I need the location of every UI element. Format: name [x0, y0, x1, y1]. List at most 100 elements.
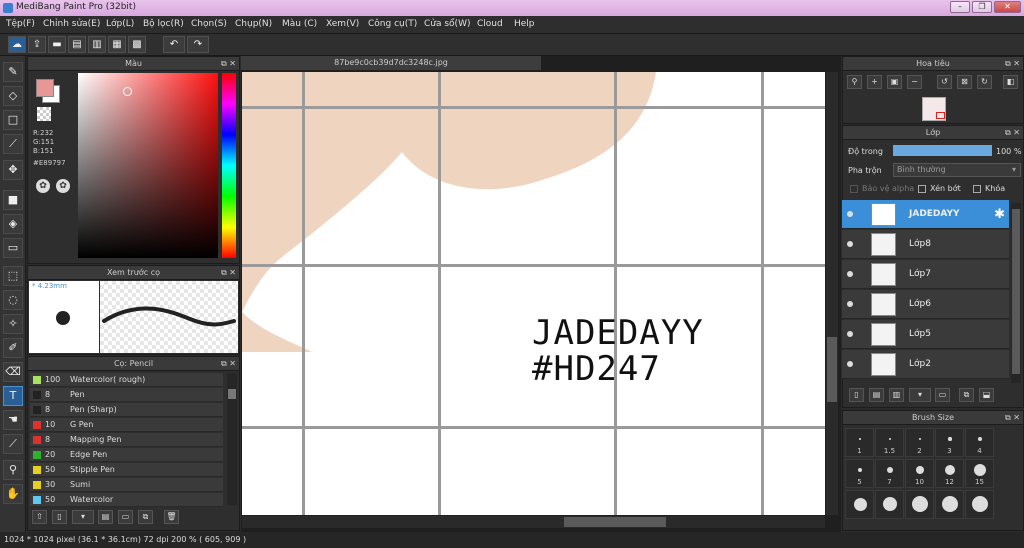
select-pen-icon[interactable]: ✐	[3, 338, 23, 358]
text-tool-icon[interactable]: T	[3, 386, 23, 406]
brush-item[interactable]: 8 Pen	[30, 388, 223, 402]
hue-slider[interactable]	[222, 73, 236, 258]
brush-size-option[interactable]: 3	[935, 428, 964, 457]
menu-edit[interactable]: Chỉnh sửa(E)	[43, 19, 100, 29]
zoom-out-icon[interactable]: −	[907, 75, 922, 89]
brush-tool-icon[interactable]: ✎	[3, 62, 23, 82]
share-icon[interactable]: ⇪	[28, 36, 46, 53]
fill-rect-tool-icon[interactable]: ■	[3, 190, 23, 210]
bucket-tool-icon[interactable]: ◈	[3, 214, 23, 234]
rotate-right-icon[interactable]: ↻	[977, 75, 992, 89]
panel-close-icon[interactable]: ⧉ ✕	[221, 357, 236, 370]
add-brush-icon[interactable]: ⇧	[32, 510, 47, 524]
brush-item[interactable]: 30 Sumi	[30, 478, 223, 492]
delete-brush-icon[interactable]: 🗑	[164, 510, 179, 524]
new-8bit-layer-icon[interactable]: ▥	[889, 388, 904, 402]
lasso-icon[interactable]: ◌	[3, 290, 23, 310]
zoom-in-icon[interactable]: +	[867, 75, 882, 89]
minimize-button[interactable]: –	[950, 1, 970, 13]
line-tool-icon[interactable]: ⟋	[3, 134, 23, 154]
protect-alpha-checkbox[interactable]	[850, 185, 858, 193]
zoom-actual-icon[interactable]: ▣	[887, 75, 902, 89]
panel-close-icon[interactable]: ⧉ ✕	[221, 57, 236, 70]
brush-item[interactable]: 100 Watercolor( rough)	[30, 373, 223, 387]
brush-folder-icon[interactable]: ▭	[118, 510, 133, 524]
canvas-text[interactable]: JADEDAYY #HD247	[532, 315, 704, 387]
document-icon[interactable]: ▥	[88, 36, 106, 53]
new-brush-icon[interactable]: ▯	[52, 510, 67, 524]
brush-size-option[interactable]	[935, 490, 964, 519]
visibility-eye-icon[interactable]	[847, 361, 853, 367]
merge-layer-icon[interactable]: ⬓	[979, 388, 994, 402]
rotate-left-icon[interactable]: ↺	[937, 75, 952, 89]
canvas-horizontal-scrollbar[interactable]	[242, 516, 825, 528]
picker-cursor[interactable]	[123, 87, 132, 96]
color-settings-icon[interactable]: ✿	[56, 179, 70, 193]
brush-size-option[interactable]: 4	[965, 428, 994, 457]
drawing-canvas[interactable]: JADEDAYY #HD247	[242, 72, 825, 515]
brush-size-option[interactable]: 10	[905, 459, 934, 488]
opacity-slider[interactable]	[893, 145, 992, 156]
menu-layer[interactable]: Lớp(L)	[106, 19, 134, 29]
palette-icon[interactable]: ✿	[36, 179, 50, 193]
visibility-eye-icon[interactable]	[847, 331, 853, 337]
brush-size-option[interactable]: 15	[965, 459, 994, 488]
saturation-value-picker[interactable]	[78, 73, 218, 258]
foreground-color-swatch[interactable]	[36, 79, 54, 97]
visibility-eye-icon[interactable]	[847, 241, 853, 247]
comment-icon[interactable]: ▬	[48, 36, 66, 53]
flip-icon[interactable]: ◧	[1003, 75, 1018, 89]
menu-select[interactable]: Chọn(S)	[191, 19, 227, 29]
menu-help[interactable]: Help	[514, 19, 535, 29]
brush-item[interactable]: 8 Mapping Pen	[30, 433, 223, 447]
brush-size-option[interactable]: 5	[845, 459, 874, 488]
lock-checkbox[interactable]	[973, 185, 981, 193]
visibility-eye-icon[interactable]	[847, 271, 853, 277]
new-halftone-layer-icon[interactable]: ▤	[869, 388, 884, 402]
menu-view[interactable]: Xem(V)	[326, 19, 359, 29]
document-tab[interactable]: 87be9c0cb39d7dc3248c.jpg	[241, 56, 541, 70]
blend-mode-select[interactable]: Bình thường ▾	[893, 163, 1021, 177]
layer-scrollbar[interactable]	[1011, 203, 1021, 383]
magic-wand-icon[interactable]: ✧	[3, 314, 23, 334]
brush-size-option[interactable]	[845, 490, 874, 519]
visibility-eye-icon[interactable]	[847, 211, 853, 217]
layer-folder-icon[interactable]: ▭	[935, 388, 950, 402]
menu-capture[interactable]: Chụp(N)	[235, 19, 272, 29]
close-button[interactable]: ✕	[994, 1, 1021, 13]
brush-doc-icon[interactable]: ▤	[98, 510, 113, 524]
brush-copy-icon[interactable]: ⧉	[138, 510, 153, 524]
gear-icon[interactable]: ✱	[994, 207, 1005, 222]
brush-size-option[interactable]: 7	[875, 459, 904, 488]
layer-item[interactable]: Lớp6	[842, 290, 1009, 319]
menu-window[interactable]: Cửa sổ(W)	[424, 19, 470, 29]
rectangle-tool-icon[interactable]: □	[3, 110, 23, 130]
rotate-reset-icon[interactable]: ⊠	[957, 75, 972, 89]
new-layer-icon[interactable]: ▯	[849, 388, 864, 402]
brush-size-option[interactable]	[875, 490, 904, 519]
brush-item[interactable]: 20 Edge Pen	[30, 448, 223, 462]
layer-item[interactable]: Lớp8	[842, 230, 1009, 259]
grid-icon[interactable]: ▩	[128, 36, 146, 53]
layer-add-menu-icon[interactable]: ▾	[909, 388, 931, 402]
brush-options-icon[interactable]: ▾	[72, 510, 94, 524]
eraser-tool-icon[interactable]: ◇	[3, 86, 23, 106]
menu-cloud[interactable]: Cloud	[477, 19, 503, 29]
transparent-color-swatch[interactable]	[37, 107, 51, 121]
layer-item[interactable]: Lớp7	[842, 260, 1009, 289]
undo-icon[interactable]: ↶	[163, 36, 185, 53]
select-eraser-icon[interactable]: ⌫	[3, 362, 23, 382]
hand-tool-icon[interactable]: ✋	[3, 484, 23, 504]
page-list-icon[interactable]: ▦	[108, 36, 126, 53]
menu-filter[interactable]: Bộ lọc(R)	[143, 19, 184, 29]
panel-close-icon[interactable]: ⧉ ✕	[1005, 126, 1020, 139]
brush-size-option[interactable]: 2	[905, 428, 934, 457]
panel-close-icon[interactable]: ⧉ ✕	[1005, 411, 1020, 424]
gradient-tool-icon[interactable]: ▭	[3, 238, 23, 258]
dropper-icon[interactable]: ⟋	[3, 434, 23, 454]
redo-icon[interactable]: ↷	[187, 36, 209, 53]
navigator-thumbnail[interactable]	[922, 97, 946, 121]
panel-close-icon[interactable]: ⧉ ✕	[1005, 57, 1020, 70]
layer-item[interactable]: Lớp2	[842, 350, 1009, 379]
brush-list-scrollbar[interactable]	[227, 373, 237, 505]
